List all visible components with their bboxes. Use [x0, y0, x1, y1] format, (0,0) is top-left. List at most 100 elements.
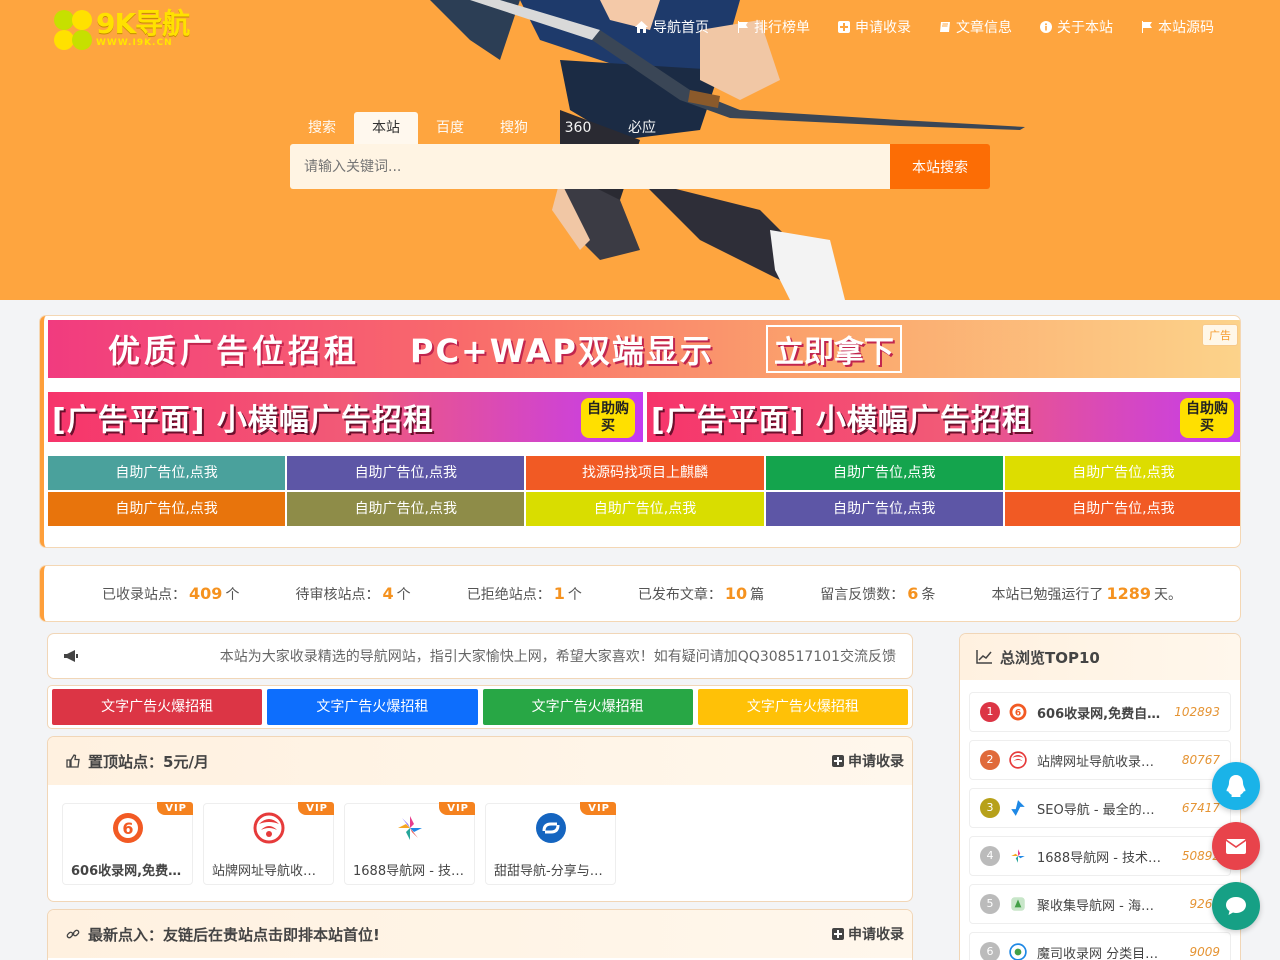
top-site-card[interactable]: VIP 甜甜导航-分享与收录 [485, 802, 616, 885]
small-banner-ad[interactable]: [广告平面] 小横幅广告招租 自助购买 [48, 392, 643, 442]
grid-ad-link[interactable]: 找源码找项目上麒麟 [526, 456, 764, 490]
rank-site-name: 606收录网,免费自助收录 [1037, 706, 1165, 722]
site-zhanpai-icon [253, 812, 284, 844]
rank-item[interactable]: 4 1688导航网 - 技术分享 50892 [969, 836, 1231, 876]
rank-item[interactable]: 2 站牌网址导航收录网 - 网址收录 80767 [969, 740, 1231, 780]
nav-ranking[interactable]: 排行榜单 [723, 17, 824, 37]
clover-logo-icon [54, 10, 92, 50]
vip-badge: VIP [298, 802, 334, 815]
tab-360[interactable]: 360 [546, 112, 610, 144]
grid-ad-link[interactable]: 自助广告位,点我 [1004, 492, 1240, 526]
chat-float-button[interactable] [1212, 882, 1260, 930]
rank-number: 5 [980, 894, 1000, 914]
search-input[interactable] [290, 144, 890, 189]
top-sites-header: 置顶站点：5元/月 申请收录 [48, 737, 912, 785]
site-mosi-icon [1009, 943, 1027, 960]
line-chart-icon [976, 650, 992, 664]
rank-item[interactable]: 1 6 606收录网,免费自助收录 102893 [969, 692, 1231, 732]
qq-penguin-icon [1226, 775, 1246, 797]
rank-site-name: 站牌网址导航收录网 - 网址收录 [1037, 754, 1165, 770]
grid-ad-link[interactable]: 自助广告位,点我 [287, 492, 525, 526]
site-jushouji-icon [1011, 897, 1025, 911]
site-logo[interactable]: 9K导航 WWW.I9K.CN [50, 8, 200, 53]
top-site-card[interactable]: VIP 站牌网址导航收录网 [203, 802, 334, 885]
rank-number: 6 [980, 942, 1000, 960]
nav-about[interactable]: 关于本站 [1026, 17, 1127, 37]
qq-float-button[interactable] [1212, 762, 1260, 810]
megaphone-icon [64, 650, 78, 662]
search-engine-tabs: 搜索 本站 百度 搜狗 360 必应 [290, 112, 674, 144]
email-float-button[interactable] [1212, 822, 1260, 870]
ad-banner-text: 优质广告位招租 [108, 332, 361, 370]
text-ad-link[interactable]: 文字广告火爆招租 [697, 689, 908, 725]
search-box: 本站搜索 [290, 144, 990, 189]
rank-number: 1 [980, 702, 1000, 722]
nav-label: 本站源码 [1158, 20, 1214, 36]
nav-articles[interactable]: 文章信息 [925, 17, 1026, 37]
svg-text:6: 6 [1015, 708, 1021, 718]
text-ad-link[interactable]: 文字广告火爆招租 [267, 689, 478, 725]
ad-banner-large[interactable]: 优质广告位招租 PC+WAP双端显示 立即拿下 广告 [48, 320, 1240, 378]
small-banner-ad[interactable]: [广告平面] 小横幅广告招租 自助购买 [647, 392, 1240, 442]
grid-ad-link[interactable]: 自助广告位,点我 [287, 456, 525, 490]
rank-site-name: 魔司收录网 分类目录网站 [1037, 946, 1165, 960]
text-ad-link[interactable]: 文字广告火爆招租 [482, 689, 693, 725]
book-icon [940, 22, 950, 32]
grid-ad-link[interactable]: 自助广告位,点我 [48, 456, 286, 490]
rank-views: 102893 [1174, 705, 1220, 719]
site-1688-icon [397, 816, 422, 840]
main-nav: 导航首页 排行榜单 申请收录 文章信息 关于本站 本站源码 [621, 17, 1228, 37]
grid-ad-link[interactable]: 自助广告位,点我 [526, 492, 764, 526]
top-site-card[interactable]: VIP 6 606收录网,免费自助收录 [62, 802, 193, 885]
top-site-card[interactable]: VIP 1688导航网 - 技术分享 [344, 802, 475, 885]
small-ad-badge: 自助购买 [581, 398, 635, 438]
rank-item[interactable]: 6 魔司收录网 分类目录网站 9009 [969, 932, 1231, 960]
nav-home[interactable]: 导航首页 [621, 17, 723, 37]
chat-bubble-icon [1226, 897, 1246, 915]
plus-square-icon [832, 755, 844, 767]
rank-views: 67417 [1181, 801, 1220, 815]
stat-pending: 待审核站点： 4 个 [295, 583, 411, 603]
small-banner-ads: [广告平面] 小横幅广告招租 自助购买 [广告平面] 小横幅广告招租 自助购买 [48, 392, 1240, 444]
rank-number: 3 [980, 798, 1000, 818]
grid-ad-link[interactable]: 自助广告位,点我 [1004, 456, 1240, 490]
apply-button[interactable]: 申请收录 [832, 751, 904, 771]
grid-ads: 自助广告位,点我 自助广告位,点我 找源码找项目上麒麟 自助广告位,点我 自助广… [48, 456, 1240, 526]
vip-badge: VIP [580, 802, 616, 815]
rank-views: 80767 [1181, 753, 1220, 767]
stat-articles: 已发布文章： 10 篇 [637, 583, 765, 603]
small-ad-text: [广告平面] 小横幅广告招租 [52, 403, 434, 438]
stat-feedback: 留言反馈数： 6 条 [820, 583, 936, 603]
tab-search[interactable]: 搜索 [290, 112, 354, 144]
ad-tag: 广告 [1202, 324, 1238, 346]
grid-ad-link[interactable]: 自助广告位,点我 [765, 492, 1003, 526]
link-icon [66, 929, 80, 939]
notice-text: 本站为大家收录精选的导航网站，指引大家愉快上网，希望大家喜欢！如有疑问请加QQ3… [219, 649, 896, 665]
site-stats: 已收录站点： 409 个 待审核站点： 4 个 已拒绝站点： 1 个 已发布文章： 10 篇 留… [40, 566, 1240, 621]
text-ad-link[interactable]: 文字广告火爆招租 [52, 689, 263, 725]
hero-banner: 9K导航 WWW.I9K.CN 导航首页 排行榜单 申请收录 文章信息 关于本站… [0, 0, 1280, 300]
nav-label: 排行榜单 [754, 20, 810, 36]
nav-source[interactable]: 本站源码 [1127, 17, 1228, 37]
grid-ad-link[interactable]: 自助广告位,点我 [765, 456, 1003, 490]
top10-title: 总浏览TOP10 [1000, 648, 1100, 667]
site-606-icon: 6 [112, 813, 143, 843]
search-button[interactable]: 本站搜索 [890, 144, 990, 189]
stat-collected: 已收录站点： 409 个 [102, 583, 240, 603]
tab-bing[interactable]: 必应 [610, 112, 674, 144]
nav-label: 申请收录 [855, 20, 911, 36]
ad-banner-text-2: PC+WAP双端显示 [410, 332, 714, 370]
rank-item[interactable]: 5 聚收集导航网 - 海量分类目录 9260 [969, 884, 1231, 924]
grid-ad-link[interactable]: 自助广告位,点我 [48, 492, 286, 526]
flag-icon [1142, 21, 1152, 33]
info-icon [1040, 21, 1052, 33]
site-tiantian-icon [535, 813, 566, 843]
ad-section: 优质广告位招租 PC+WAP双端显示 立即拿下 广告 [广告平面] 小横幅广告招… [40, 316, 1240, 547]
tab-site[interactable]: 本站 [354, 112, 418, 144]
nav-apply[interactable]: 申请收录 [824, 17, 925, 37]
apply-button[interactable]: 申请收录 [832, 924, 904, 944]
rank-item[interactable]: 3 SEO导航 - 最全的网站导航 67417 [969, 788, 1231, 828]
small-ad-text: [广告平面] 小横幅广告招租 [651, 403, 1033, 438]
tab-baidu[interactable]: 百度 [418, 112, 482, 144]
tab-sogou[interactable]: 搜狗 [482, 112, 546, 144]
